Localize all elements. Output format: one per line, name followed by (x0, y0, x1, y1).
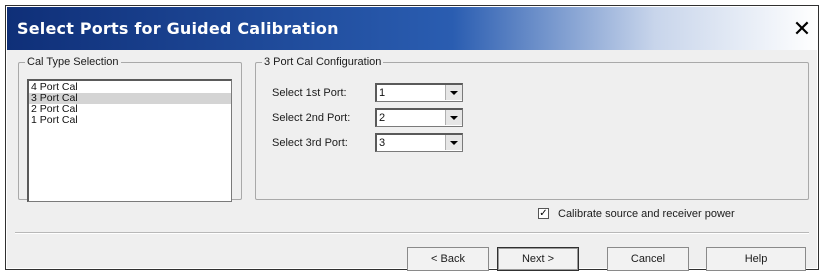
port-1-label: Select 1st Port: (272, 87, 347, 99)
port-2-value: 2 (379, 112, 386, 124)
dialog-window: Select Ports for Guided Calibration ✕ Ca… (5, 5, 819, 271)
port-2-select[interactable]: 2 (375, 108, 463, 127)
dialog-body: Cal Type Selection 4 Port Cal 3 Port Cal… (7, 50, 817, 271)
port-1-select[interactable]: 1 (375, 83, 463, 102)
calibrate-power-checkbox[interactable]: ✓ (538, 208, 549, 219)
port-2-dropdown-button[interactable] (445, 110, 462, 125)
port-3-select[interactable]: 3 (375, 133, 463, 152)
cal-type-group: Cal Type Selection 4 Port Cal 3 Port Cal… (18, 56, 242, 202)
chevron-down-icon (450, 115, 458, 120)
next-button[interactable]: Next > (497, 247, 579, 271)
calibrate-power-label[interactable]: Calibrate source and receiver power (558, 208, 735, 220)
list-item-1-port-cal[interactable]: 1 Port Cal (29, 115, 231, 126)
port-3-value: 3 (379, 137, 386, 149)
port-1-dropdown-button[interactable] (445, 85, 462, 100)
help-button[interactable]: Help (706, 247, 806, 271)
port-config-legend: 3 Port Cal Configuration (264, 56, 382, 68)
close-icon[interactable]: ✕ (790, 17, 814, 42)
title-bar[interactable]: Select Ports for Guided Calibration ✕ (7, 7, 817, 50)
cal-type-listbox[interactable]: 4 Port Cal 3 Port Cal 2 Port Cal 1 Port … (27, 79, 232, 202)
dialog-title: Select Ports for Guided Calibration (17, 19, 339, 38)
port-3-dropdown-button[interactable] (445, 135, 462, 150)
port-2-label: Select 2nd Port: (272, 112, 351, 124)
chevron-down-icon (450, 90, 458, 95)
button-separator (15, 232, 809, 234)
back-button[interactable]: < Back (407, 247, 489, 271)
cancel-button[interactable]: Cancel (607, 247, 689, 271)
port-1-value: 1 (379, 87, 386, 99)
chevron-down-icon (450, 140, 458, 145)
cal-type-legend: Cal Type Selection (27, 56, 119, 68)
port-3-label: Select 3rd Port: (272, 137, 348, 149)
port-config-group: 3 Port Cal Configuration Select 1st Port… (255, 56, 809, 200)
